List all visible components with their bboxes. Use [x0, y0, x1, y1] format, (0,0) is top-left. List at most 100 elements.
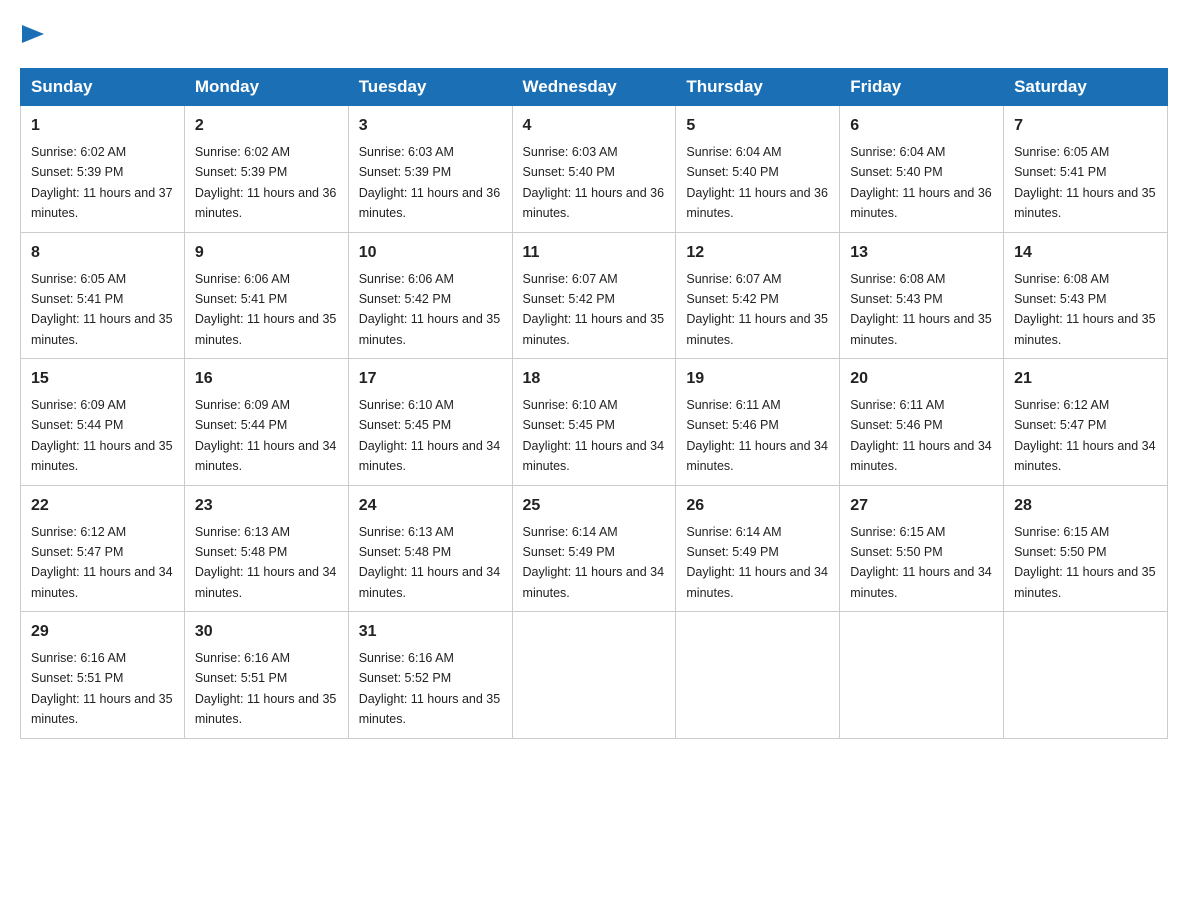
day-number: 18 [523, 367, 666, 391]
day-number: 13 [850, 241, 993, 265]
day-cell: 17 Sunrise: 6:10 AMSunset: 5:45 PMDaylig… [348, 359, 512, 486]
cell-info: Sunrise: 6:16 AMSunset: 5:51 PMDaylight:… [195, 651, 337, 726]
cell-info: Sunrise: 6:06 AMSunset: 5:42 PMDaylight:… [359, 272, 501, 347]
logo [20, 20, 44, 48]
column-header-sunday: Sunday [21, 69, 185, 106]
day-cell: 9 Sunrise: 6:06 AMSunset: 5:41 PMDayligh… [184, 232, 348, 359]
cell-info: Sunrise: 6:12 AMSunset: 5:47 PMDaylight:… [31, 525, 173, 600]
column-header-thursday: Thursday [676, 69, 840, 106]
week-row-1: 1 Sunrise: 6:02 AMSunset: 5:39 PMDayligh… [21, 106, 1168, 233]
day-number: 20 [850, 367, 993, 391]
cell-info: Sunrise: 6:12 AMSunset: 5:47 PMDaylight:… [1014, 398, 1156, 473]
cell-info: Sunrise: 6:10 AMSunset: 5:45 PMDaylight:… [359, 398, 501, 473]
cell-info: Sunrise: 6:07 AMSunset: 5:42 PMDaylight:… [686, 272, 828, 347]
column-header-friday: Friday [840, 69, 1004, 106]
day-number: 16 [195, 367, 338, 391]
day-number: 4 [523, 114, 666, 138]
cell-info: Sunrise: 6:14 AMSunset: 5:49 PMDaylight:… [523, 525, 665, 600]
day-cell: 4 Sunrise: 6:03 AMSunset: 5:40 PMDayligh… [512, 106, 676, 233]
cell-info: Sunrise: 6:06 AMSunset: 5:41 PMDaylight:… [195, 272, 337, 347]
day-cell: 18 Sunrise: 6:10 AMSunset: 5:45 PMDaylig… [512, 359, 676, 486]
week-row-2: 8 Sunrise: 6:05 AMSunset: 5:41 PMDayligh… [21, 232, 1168, 359]
column-header-tuesday: Tuesday [348, 69, 512, 106]
cell-info: Sunrise: 6:11 AMSunset: 5:46 PMDaylight:… [850, 398, 992, 473]
day-number: 11 [523, 241, 666, 265]
day-number: 12 [686, 241, 829, 265]
cell-info: Sunrise: 6:04 AMSunset: 5:40 PMDaylight:… [686, 145, 828, 220]
day-number: 10 [359, 241, 502, 265]
day-cell: 5 Sunrise: 6:04 AMSunset: 5:40 PMDayligh… [676, 106, 840, 233]
day-cell: 22 Sunrise: 6:12 AMSunset: 5:47 PMDaylig… [21, 485, 185, 612]
cell-info: Sunrise: 6:16 AMSunset: 5:52 PMDaylight:… [359, 651, 501, 726]
day-number: 1 [31, 114, 174, 138]
day-cell: 14 Sunrise: 6:08 AMSunset: 5:43 PMDaylig… [1004, 232, 1168, 359]
day-cell [676, 612, 840, 739]
column-header-saturday: Saturday [1004, 69, 1168, 106]
cell-info: Sunrise: 6:03 AMSunset: 5:39 PMDaylight:… [359, 145, 501, 220]
day-number: 9 [195, 241, 338, 265]
day-number: 28 [1014, 494, 1157, 518]
cell-info: Sunrise: 6:07 AMSunset: 5:42 PMDaylight:… [523, 272, 665, 347]
column-header-monday: Monday [184, 69, 348, 106]
day-number: 29 [31, 620, 174, 644]
day-number: 22 [31, 494, 174, 518]
day-cell: 2 Sunrise: 6:02 AMSunset: 5:39 PMDayligh… [184, 106, 348, 233]
day-number: 30 [195, 620, 338, 644]
cell-info: Sunrise: 6:15 AMSunset: 5:50 PMDaylight:… [850, 525, 992, 600]
cell-info: Sunrise: 6:15 AMSunset: 5:50 PMDaylight:… [1014, 525, 1156, 600]
day-cell [1004, 612, 1168, 739]
day-cell: 21 Sunrise: 6:12 AMSunset: 5:47 PMDaylig… [1004, 359, 1168, 486]
cell-info: Sunrise: 6:02 AMSunset: 5:39 PMDaylight:… [195, 145, 337, 220]
day-number: 21 [1014, 367, 1157, 391]
day-cell: 3 Sunrise: 6:03 AMSunset: 5:39 PMDayligh… [348, 106, 512, 233]
day-cell: 16 Sunrise: 6:09 AMSunset: 5:44 PMDaylig… [184, 359, 348, 486]
day-cell: 13 Sunrise: 6:08 AMSunset: 5:43 PMDaylig… [840, 232, 1004, 359]
cell-info: Sunrise: 6:13 AMSunset: 5:48 PMDaylight:… [195, 525, 337, 600]
cell-info: Sunrise: 6:05 AMSunset: 5:41 PMDaylight:… [1014, 145, 1156, 220]
day-cell: 7 Sunrise: 6:05 AMSunset: 5:41 PMDayligh… [1004, 106, 1168, 233]
week-row-5: 29 Sunrise: 6:16 AMSunset: 5:51 PMDaylig… [21, 612, 1168, 739]
day-cell: 20 Sunrise: 6:11 AMSunset: 5:46 PMDaylig… [840, 359, 1004, 486]
day-cell: 19 Sunrise: 6:11 AMSunset: 5:46 PMDaylig… [676, 359, 840, 486]
day-cell: 15 Sunrise: 6:09 AMSunset: 5:44 PMDaylig… [21, 359, 185, 486]
day-cell: 10 Sunrise: 6:06 AMSunset: 5:42 PMDaylig… [348, 232, 512, 359]
day-number: 8 [31, 241, 174, 265]
cell-info: Sunrise: 6:02 AMSunset: 5:39 PMDaylight:… [31, 145, 173, 220]
day-cell: 30 Sunrise: 6:16 AMSunset: 5:51 PMDaylig… [184, 612, 348, 739]
day-number: 6 [850, 114, 993, 138]
week-row-3: 15 Sunrise: 6:09 AMSunset: 5:44 PMDaylig… [21, 359, 1168, 486]
page-header [20, 20, 1168, 48]
cell-info: Sunrise: 6:14 AMSunset: 5:49 PMDaylight:… [686, 525, 828, 600]
day-number: 25 [523, 494, 666, 518]
day-number: 3 [359, 114, 502, 138]
day-number: 7 [1014, 114, 1157, 138]
cell-info: Sunrise: 6:09 AMSunset: 5:44 PMDaylight:… [31, 398, 173, 473]
day-cell: 11 Sunrise: 6:07 AMSunset: 5:42 PMDaylig… [512, 232, 676, 359]
day-cell: 31 Sunrise: 6:16 AMSunset: 5:52 PMDaylig… [348, 612, 512, 739]
day-number: 17 [359, 367, 502, 391]
day-cell: 26 Sunrise: 6:14 AMSunset: 5:49 PMDaylig… [676, 485, 840, 612]
day-cell: 27 Sunrise: 6:15 AMSunset: 5:50 PMDaylig… [840, 485, 1004, 612]
cell-info: Sunrise: 6:03 AMSunset: 5:40 PMDaylight:… [523, 145, 665, 220]
calendar-table: SundayMondayTuesdayWednesdayThursdayFrid… [20, 68, 1168, 739]
day-cell: 24 Sunrise: 6:13 AMSunset: 5:48 PMDaylig… [348, 485, 512, 612]
day-cell: 23 Sunrise: 6:13 AMSunset: 5:48 PMDaylig… [184, 485, 348, 612]
cell-info: Sunrise: 6:13 AMSunset: 5:48 PMDaylight:… [359, 525, 501, 600]
day-cell [512, 612, 676, 739]
day-number: 23 [195, 494, 338, 518]
cell-info: Sunrise: 6:11 AMSunset: 5:46 PMDaylight:… [686, 398, 828, 473]
logo-blue [20, 20, 44, 48]
day-number: 2 [195, 114, 338, 138]
day-cell: 12 Sunrise: 6:07 AMSunset: 5:42 PMDaylig… [676, 232, 840, 359]
cell-info: Sunrise: 6:08 AMSunset: 5:43 PMDaylight:… [850, 272, 992, 347]
day-cell: 25 Sunrise: 6:14 AMSunset: 5:49 PMDaylig… [512, 485, 676, 612]
day-cell: 28 Sunrise: 6:15 AMSunset: 5:50 PMDaylig… [1004, 485, 1168, 612]
cell-info: Sunrise: 6:08 AMSunset: 5:43 PMDaylight:… [1014, 272, 1156, 347]
day-number: 15 [31, 367, 174, 391]
day-cell: 1 Sunrise: 6:02 AMSunset: 5:39 PMDayligh… [21, 106, 185, 233]
logo-triangle-icon [22, 25, 44, 43]
day-number: 31 [359, 620, 502, 644]
day-number: 24 [359, 494, 502, 518]
cell-info: Sunrise: 6:09 AMSunset: 5:44 PMDaylight:… [195, 398, 337, 473]
cell-info: Sunrise: 6:05 AMSunset: 5:41 PMDaylight:… [31, 272, 173, 347]
